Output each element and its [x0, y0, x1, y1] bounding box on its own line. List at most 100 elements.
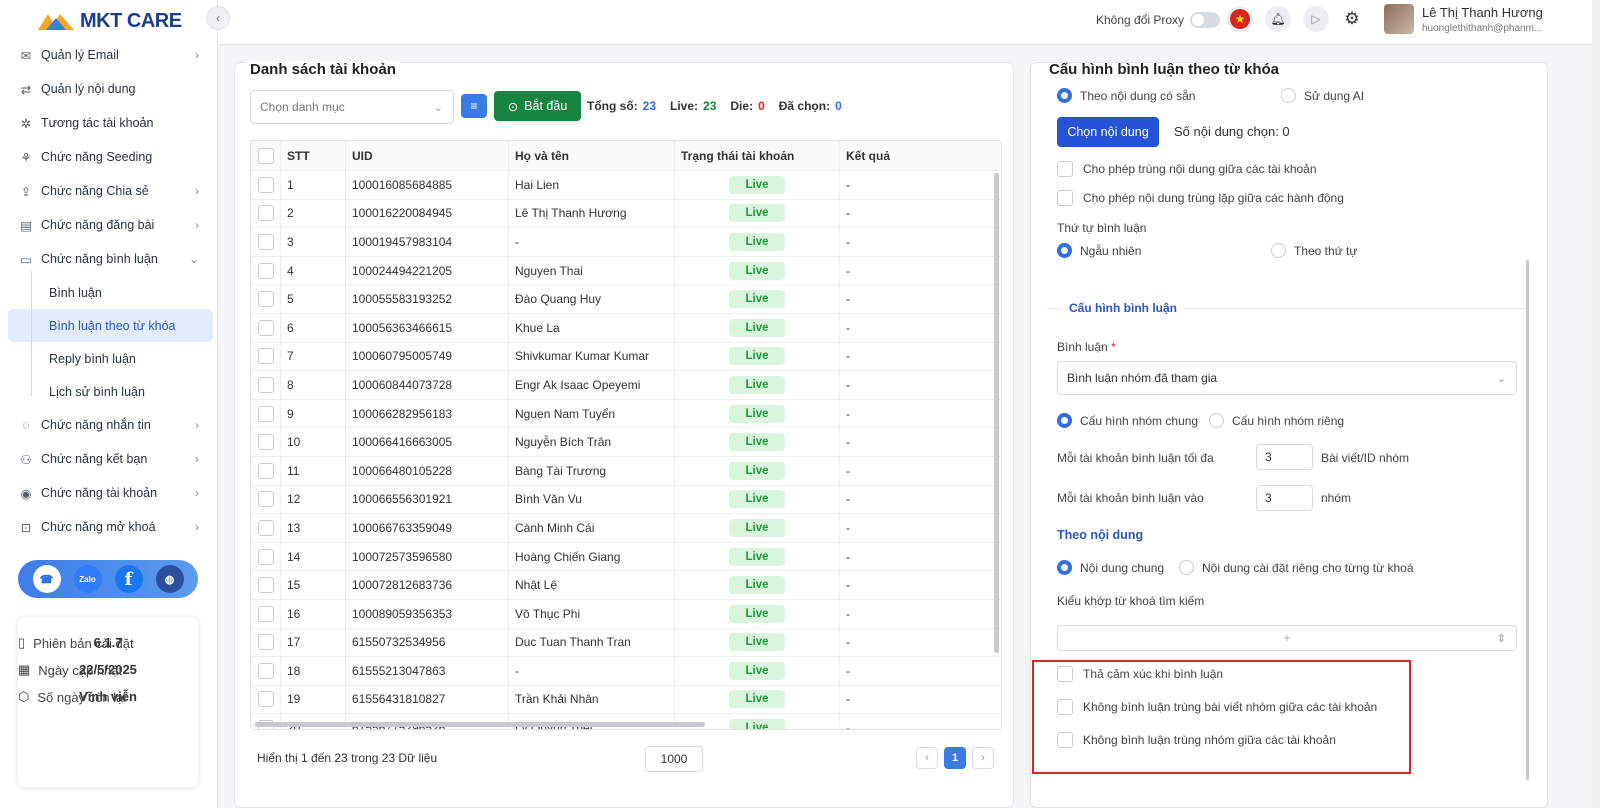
sidebar-item-email[interactable]: ✉ Quản lý Email ›: [8, 38, 213, 72]
radio-random[interactable]: [1057, 243, 1072, 258]
row-checkbox[interactable]: [257, 662, 274, 679]
filter-button[interactable]: ≡: [461, 94, 487, 118]
page-size-input[interactable]: 1000: [645, 746, 703, 772]
checkbox-dup-content-box[interactable]: [1057, 161, 1073, 177]
radio-content-common[interactable]: [1057, 560, 1072, 575]
row-checkbox[interactable]: [257, 605, 274, 622]
table-horizontal-scrollbar[interactable]: [255, 722, 705, 727]
table-row[interactable]: 19 61556431810827 Trần Khải Nhân Live -: [251, 685, 1001, 715]
table-row[interactable]: 15 100072812683736 Nhật Lệ Live -: [251, 571, 1001, 600]
radio-common-group[interactable]: [1057, 413, 1072, 428]
comment-type-select[interactable]: Bình luận nhóm đã tham gia ⌄: [1057, 361, 1517, 395]
table-row[interactable]: 17 61550732534956 Duc Tuan Thanh Tran Live -: [251, 628, 1001, 658]
next-page-button[interactable]: ›: [972, 747, 994, 769]
sidebar-subitem-reply[interactable]: Reply bình luận: [8, 342, 213, 375]
support-icon[interactable]: ☎: [32, 565, 61, 593]
table-row[interactable]: 14 100072573596580 Hoàng Chiến Giang Live -: [251, 542, 1001, 572]
user-profile[interactable]: Lê Thị Thanh Hương huonglethithanh@phanm.…: [1384, 4, 1543, 34]
row-checkbox[interactable]: [257, 319, 274, 336]
radio-ai[interactable]: [1281, 88, 1296, 103]
checkbox-dup-content[interactable]: Cho phép trùng nội dung giữa các tài kho…: [1057, 161, 1317, 177]
config-private-group[interactable]: Cấu hình nhóm riêng: [1209, 413, 1344, 428]
row-checkbox[interactable]: [257, 405, 274, 422]
prev-page-button[interactable]: ‹: [916, 747, 938, 769]
order-sequential[interactable]: Theo thứ tự: [1271, 243, 1357, 258]
row-checkbox[interactable]: [257, 577, 274, 594]
vietnam-flag-icon[interactable]: ★: [1227, 6, 1253, 32]
sidebar-item-share[interactable]: ⇪ Chức năng Chia sẻ ›: [8, 174, 213, 208]
page-1-button[interactable]: 1: [944, 747, 966, 769]
table-row[interactable]: 16 100089059356353 Võ Thục Phi Live -: [251, 599, 1001, 629]
category-select[interactable]: Chọn danh mục ⌄: [250, 90, 454, 124]
choose-content-button[interactable]: Chọn nội dung: [1057, 117, 1159, 147]
config-scrollbar[interactable]: [1526, 260, 1529, 780]
table-vertical-scrollbar[interactable]: [994, 173, 999, 653]
order-random[interactable]: Ngẫu nhiên: [1057, 243, 1141, 258]
start-button[interactable]: ⊙ Bắt đầu: [494, 91, 581, 121]
checkbox-dup-action-box[interactable]: [1057, 190, 1073, 206]
content-common[interactable]: Nội dung chung: [1057, 560, 1164, 575]
table-row[interactable]: 7 100060795005749 Shivkumar Kumar Kumar Liv…: [251, 342, 1001, 372]
row-checkbox[interactable]: [257, 262, 274, 279]
row-checkbox[interactable]: [257, 291, 274, 308]
radio-sequential[interactable]: [1271, 243, 1286, 258]
comment-groups-input[interactable]: 3: [1256, 485, 1313, 511]
proxy-toggle[interactable]: [1190, 12, 1221, 28]
row-checkbox[interactable]: [257, 519, 274, 536]
facebook-icon[interactable]: f: [114, 565, 143, 593]
sidebar-item-seeding[interactable]: ⚘ Chức năng Seeding: [8, 140, 213, 174]
table-row[interactable]: 1 100016085684885 Hai Lien Live -: [251, 171, 1001, 200]
row-checkbox[interactable]: [257, 491, 274, 508]
table-row[interactable]: 11 100066480105228 Bàng Tài Trương Live -: [251, 456, 1001, 486]
table-row[interactable]: 3 100019457983104- Live -: [251, 228, 1001, 257]
header-stt[interactable]: STT: [281, 141, 346, 170]
radio-private-group[interactable]: [1209, 413, 1224, 428]
table-row[interactable]: 6 100056363466615 Khue La Live -: [251, 313, 1001, 343]
max-comments-input[interactable]: 3: [1256, 444, 1313, 470]
row-checkbox[interactable]: [257, 233, 274, 250]
table-row[interactable]: 5 100055583193252 Đào Quang Huy Live -: [251, 285, 1001, 314]
sidebar-subitem-history[interactable]: Lịch sử bình luận: [8, 375, 213, 408]
sidebar-item-post[interactable]: ▤ Chức năng đăng bài ›: [8, 208, 213, 242]
row-checkbox[interactable]: [257, 548, 274, 565]
page-scrollbar[interactable]: [1592, 0, 1600, 808]
collapse-sidebar-button[interactable]: ‹: [206, 6, 230, 30]
header-status[interactable]: Trạng thái tài khoản: [675, 141, 840, 170]
keyword-match-select[interactable]: + ⇕: [1057, 625, 1517, 651]
bell-icon[interactable]: 🔔︎: [1265, 6, 1291, 32]
row-checkbox[interactable]: [257, 348, 274, 365]
row-checkbox[interactable]: [257, 691, 274, 708]
sidebar-item-unlock[interactable]: ⊡ Chức năng mở khoá ›: [8, 510, 213, 544]
config-common-group[interactable]: Cấu hình nhóm chung: [1057, 413, 1198, 428]
table-row[interactable]: 4 100024494221205 Nguyen Thai Live -: [251, 256, 1001, 286]
table-row[interactable]: 10 100066416663005 Nguyễn Bích Trân Live -: [251, 428, 1001, 457]
header-name[interactable]: Họ và tên: [509, 141, 675, 170]
row-checkbox[interactable]: [257, 434, 274, 451]
radio-content-per-keyword[interactable]: [1179, 560, 1194, 575]
row-checkbox[interactable]: [257, 634, 274, 651]
table-row[interactable]: 2 100016220084945 Lê Thị Thanh Hương Live -: [251, 199, 1001, 229]
row-checkbox[interactable]: [257, 376, 274, 393]
radio-existing[interactable]: [1057, 88, 1072, 103]
sidebar-item-interact[interactable]: ✲ Tương tác tài khoản: [8, 106, 213, 140]
option-use-ai[interactable]: Sử dụng AI: [1281, 88, 1364, 103]
header-uid[interactable]: UID: [346, 141, 509, 170]
row-checkbox[interactable]: [257, 462, 274, 479]
gear-icon[interactable]: ⚙: [1339, 6, 1365, 32]
sidebar-subitem-keyword-comment[interactable]: Bình luận theo từ khóa: [8, 309, 213, 342]
header-result[interactable]: Kết quả: [840, 141, 997, 170]
content-per-keyword[interactable]: Nội dung cài đặt riêng cho từng từ khoá: [1179, 560, 1414, 575]
sidebar-item-content[interactable]: ⇄ Quản lý nội dung: [8, 72, 213, 106]
checkbox-dup-action[interactable]: Cho phép nội dung trùng lặp giữa các hàn…: [1057, 190, 1344, 206]
option-existing-content[interactable]: Theo nội dung có sẵn: [1057, 88, 1195, 103]
row-checkbox[interactable]: [257, 205, 274, 222]
play-icon[interactable]: ▷: [1303, 6, 1329, 32]
select-all-checkbox[interactable]: [257, 147, 274, 164]
globe-icon[interactable]: ◍: [155, 565, 184, 593]
sidebar-item-message[interactable]: ◌ Chức năng nhắn tin ›: [8, 408, 213, 442]
table-row[interactable]: 8 100060844073728 Engr Ak Isaac Opeyemi Liv…: [251, 371, 1001, 400]
sidebar-item-add-friend[interactable]: ⚇ Chức năng kết bạn ›: [8, 442, 213, 476]
table-row[interactable]: 12 100066556301921 Bình Văn Vu Live -: [251, 485, 1001, 515]
table-row[interactable]: 9 100066282956183 Nguen Nam Tuyển Live -: [251, 399, 1001, 429]
sidebar-item-comment[interactable]: ▭ Chức năng bình luận ⌄: [8, 242, 213, 276]
